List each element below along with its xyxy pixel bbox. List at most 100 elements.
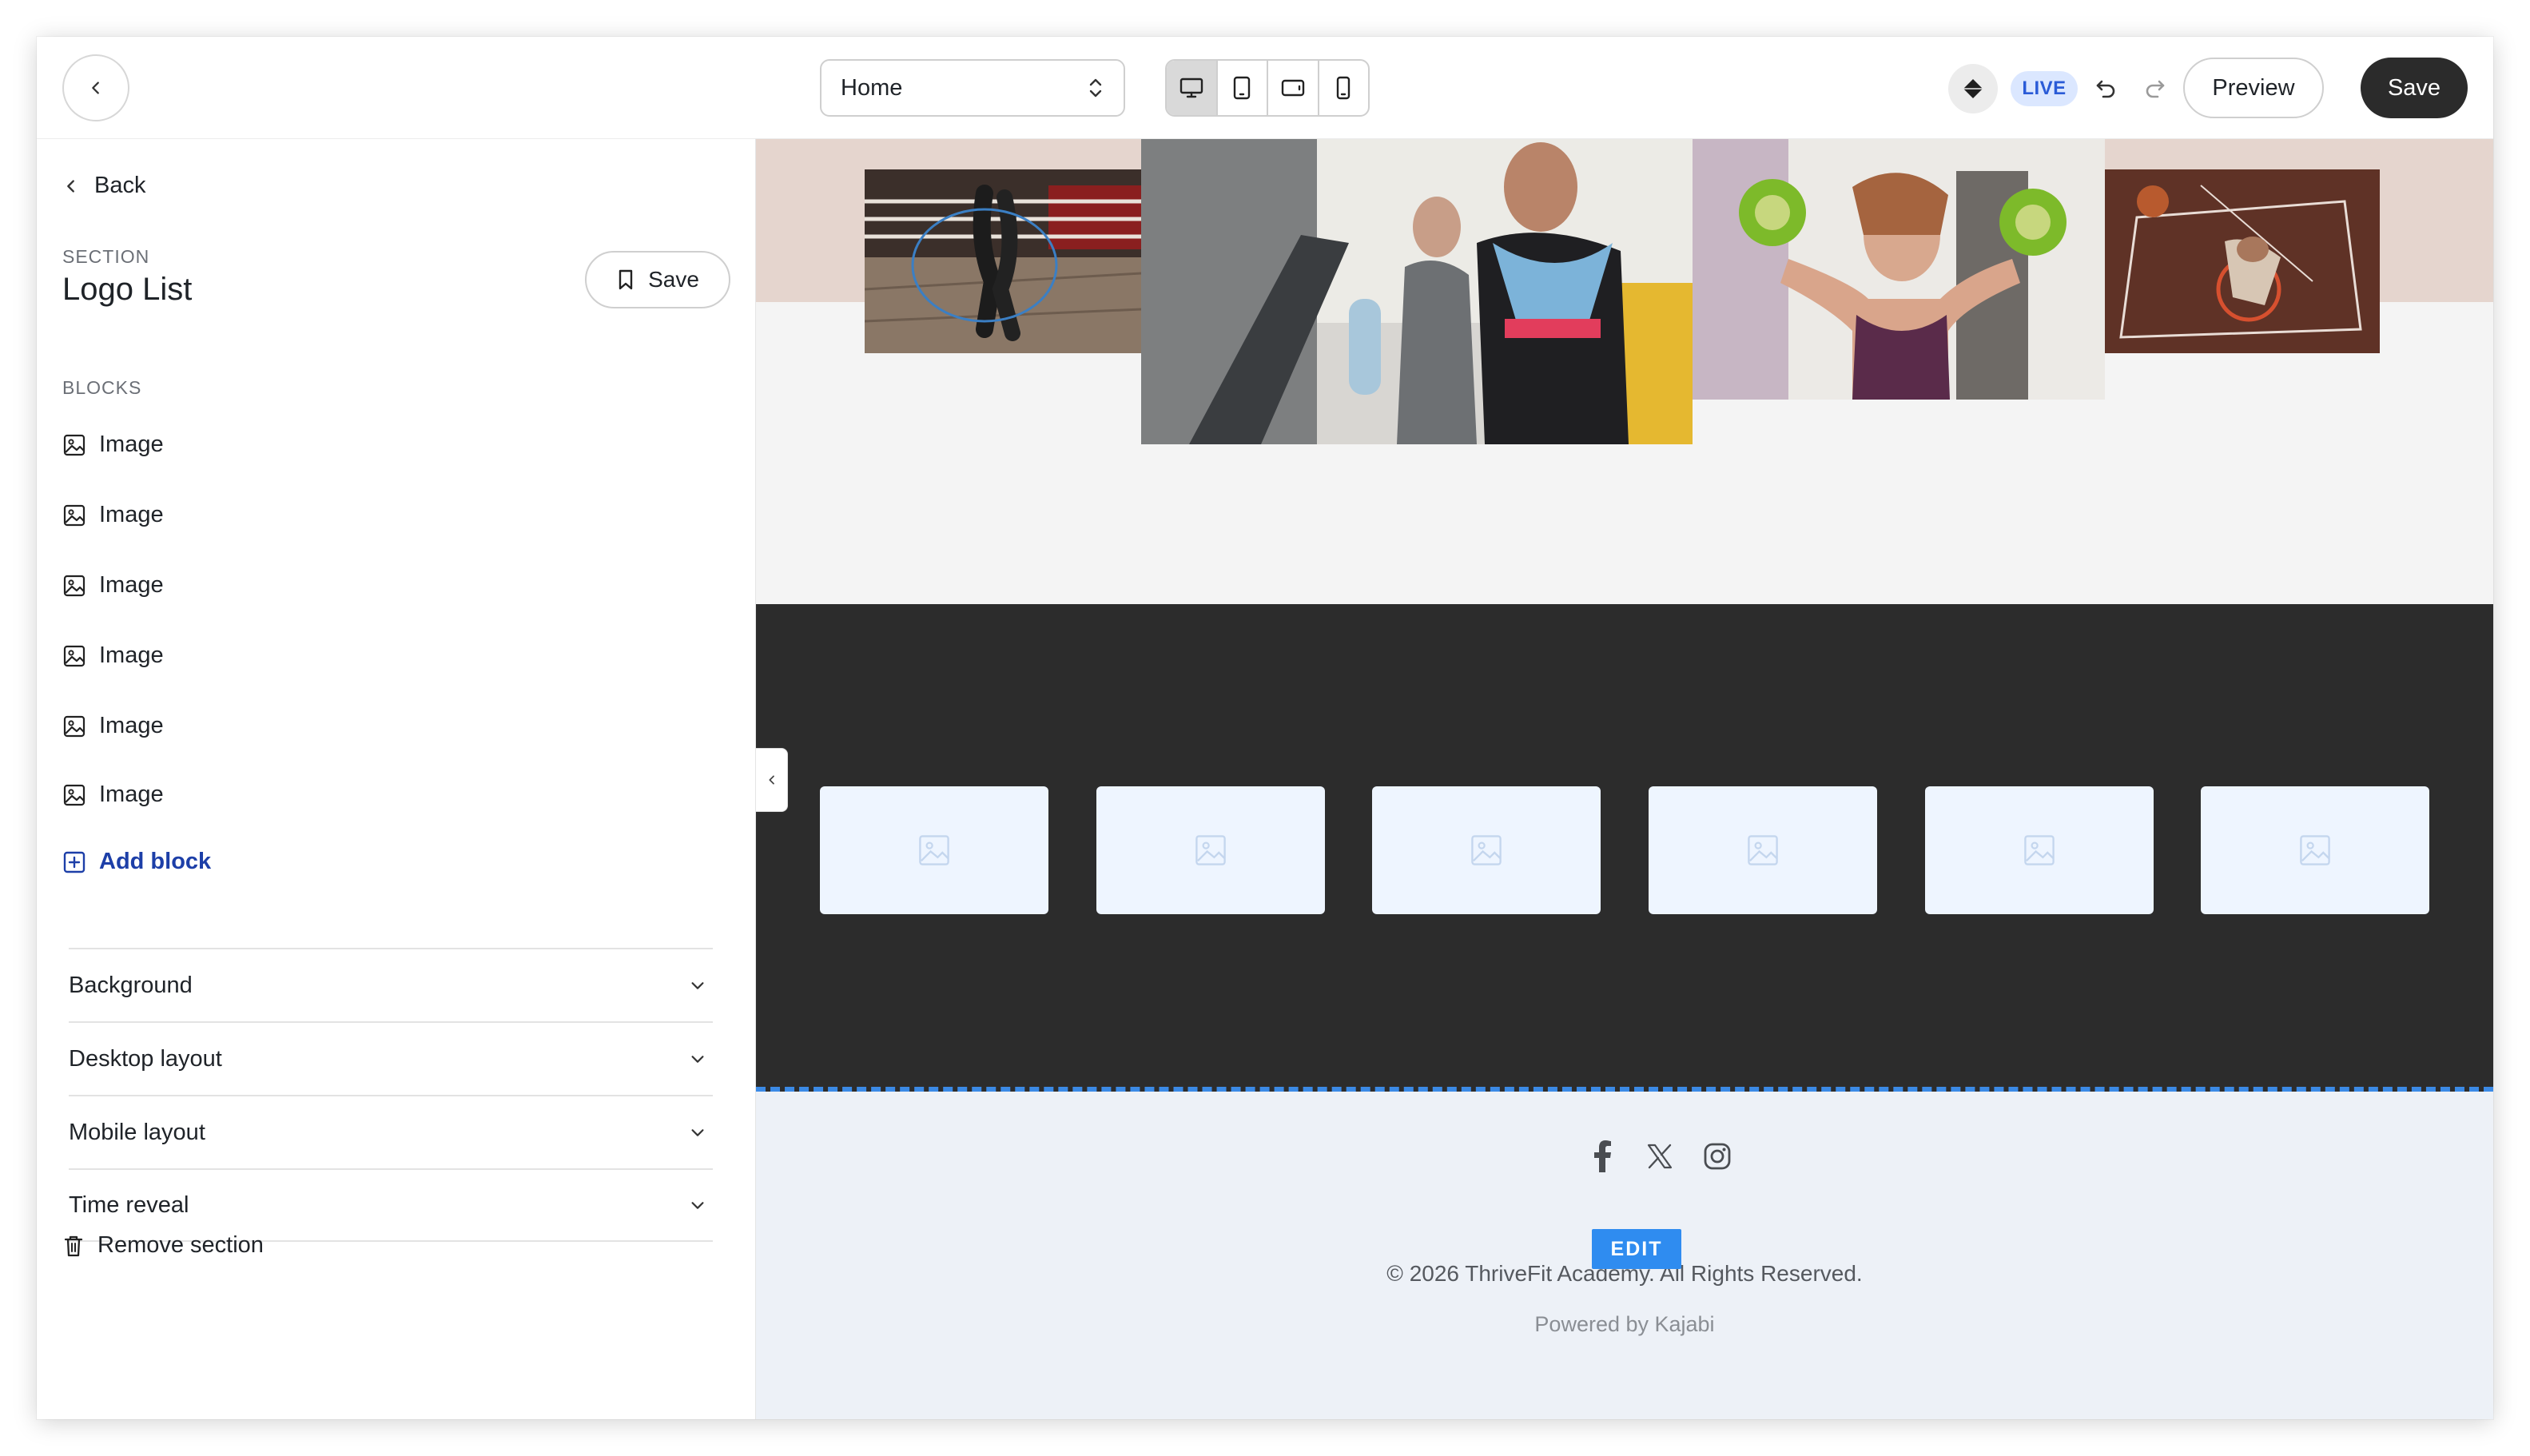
logo-placeholder-card[interactable] (1372, 786, 1601, 914)
add-block-label: Add block (99, 849, 212, 874)
image-icon (63, 504, 86, 526)
section-eyebrow: SECTION (62, 246, 150, 267)
device-toggle-group (1165, 59, 1370, 117)
logo-placeholder-card[interactable] (1096, 786, 1325, 914)
live-status-badge: LIVE (2011, 71, 2078, 106)
device-tablet-landscape-button[interactable] (1268, 61, 1319, 115)
image-placeholder-icon (2024, 835, 2055, 865)
device-tablet-portrait-button[interactable] (1218, 61, 1268, 115)
gallery-photo-dumbbells[interactable] (1693, 139, 2105, 400)
redo-icon (2146, 80, 2165, 98)
plus-square-icon (63, 851, 86, 873)
top-toolbar: Home LIVE Preview Save (37, 37, 2493, 139)
device-mobile-button[interactable] (1319, 61, 1369, 115)
gallery-photo-jump-rope[interactable] (865, 169, 1141, 353)
accordion-background[interactable]: Background (69, 948, 713, 1021)
logo-placeholder-card[interactable] (1649, 786, 1877, 914)
gallery-photo-basketball[interactable] (2105, 169, 2380, 353)
image-placeholder-icon (2300, 835, 2330, 865)
page-preview-canvas: EDIT © 2026 ThriveFit Academy. All Right… (756, 139, 2493, 1419)
remove-section-label: Remove section (97, 1232, 264, 1258)
image-placeholder-icon (919, 835, 949, 865)
block-item-label: Image (99, 642, 164, 668)
mobile-icon (1337, 76, 1351, 100)
undo-button[interactable] (2087, 70, 2124, 107)
footer-powered-by[interactable]: Powered by Kajabi (756, 1312, 2493, 1337)
accordion-label: Mobile layout (69, 1119, 205, 1145)
gallery-photo-treadmill[interactable] (1141, 139, 1693, 444)
remove-section-button[interactable]: Remove section (62, 1232, 264, 1259)
add-block-button[interactable]: Add block (62, 849, 211, 875)
image-icon (63, 645, 86, 666)
chevron-down-icon (691, 982, 704, 989)
preview-button[interactable]: Preview (2183, 58, 2324, 118)
accordion-label: Desktop layout (69, 1045, 222, 1072)
desktop-icon (1179, 78, 1203, 98)
blocks-heading: BLOCKS (62, 377, 142, 398)
collapse-sidebar-handle[interactable] (756, 748, 788, 812)
image-icon (63, 575, 86, 596)
page-select-value: Home (841, 74, 903, 101)
basketball-image (2105, 169, 2380, 353)
dumbbells-image (1693, 139, 2105, 400)
block-item-label: Image (99, 782, 164, 807)
x-twitter-icon (1647, 1144, 1673, 1169)
tablet-portrait-icon (1234, 76, 1251, 100)
image-placeholder-icon (1195, 835, 1226, 865)
logo-list-section[interactable] (756, 604, 2493, 1092)
page-select[interactable]: Home (820, 59, 1125, 117)
block-item-image[interactable]: Image (62, 782, 164, 808)
sidebar-back-link[interactable]: Back (62, 173, 145, 199)
edit-footer-badge[interactable]: EDIT (1592, 1229, 1681, 1269)
chevron-down-icon (691, 1056, 704, 1063)
image-icon (63, 784, 86, 806)
undo-icon (2096, 80, 2115, 98)
logo-placeholder-card[interactable] (2201, 786, 2429, 914)
save-section-label: Save (648, 267, 699, 292)
block-item-label: Image (99, 713, 164, 738)
diamond-icon (1963, 79, 1983, 98)
x-link[interactable] (1641, 1138, 1678, 1175)
facebook-icon (1594, 1140, 1611, 1172)
chevron-down-icon (691, 1202, 704, 1209)
save-section-button[interactable]: Save (585, 251, 730, 308)
chevron-left-icon (92, 82, 99, 94)
accordion-label: Time reveal (69, 1191, 189, 1218)
exit-editor-button[interactable] (62, 54, 129, 121)
footer-section[interactable]: EDIT © 2026 ThriveFit Academy. All Right… (756, 1092, 2493, 1419)
block-item-label: Image (99, 502, 164, 527)
accordion-time-reveal[interactable]: Time reveal (69, 1168, 713, 1242)
image-placeholder-icon (1471, 835, 1502, 865)
device-desktop-button[interactable] (1167, 61, 1218, 115)
block-item-label: Image (99, 572, 164, 598)
accordion-mobile-layout[interactable]: Mobile layout (69, 1095, 713, 1168)
block-item-image[interactable]: Image (62, 502, 164, 528)
image-placeholder-icon (1748, 835, 1778, 865)
chevron-up-down-icon (1089, 78, 1102, 97)
premium-button[interactable] (1948, 64, 1998, 113)
sidebar-back-label: Back (94, 173, 146, 198)
redo-button[interactable] (2137, 70, 2174, 107)
block-item-image[interactable]: Image (62, 642, 164, 669)
chevron-down-icon (691, 1129, 704, 1136)
instagram-link[interactable] (1699, 1138, 1736, 1175)
logo-placeholder-card[interactable] (820, 786, 1048, 914)
jump-rope-image (865, 169, 1141, 353)
block-item-label: Image (99, 432, 164, 457)
section-title: Logo List (62, 272, 193, 307)
editor-window: Home LIVE Preview Save Back SECTION Logo… (37, 37, 2493, 1419)
image-icon (63, 715, 86, 737)
block-item-image[interactable]: Image (62, 432, 164, 458)
bookmark-icon (619, 269, 633, 290)
section-settings-sidebar: Back SECTION Logo List Save BLOCKS Image… (37, 139, 756, 1419)
instagram-icon (1704, 1143, 1731, 1170)
facebook-link[interactable] (1584, 1138, 1621, 1175)
accordion-desktop-layout[interactable]: Desktop layout (69, 1021, 713, 1095)
block-item-image[interactable]: Image (62, 713, 164, 739)
chevron-left-icon (67, 179, 74, 193)
treadmill-image (1141, 139, 1693, 444)
logo-placeholder-card[interactable] (1925, 786, 2154, 914)
save-button[interactable]: Save (2361, 58, 2468, 118)
chevron-left-icon (768, 775, 774, 785)
block-item-image[interactable]: Image (62, 572, 164, 599)
